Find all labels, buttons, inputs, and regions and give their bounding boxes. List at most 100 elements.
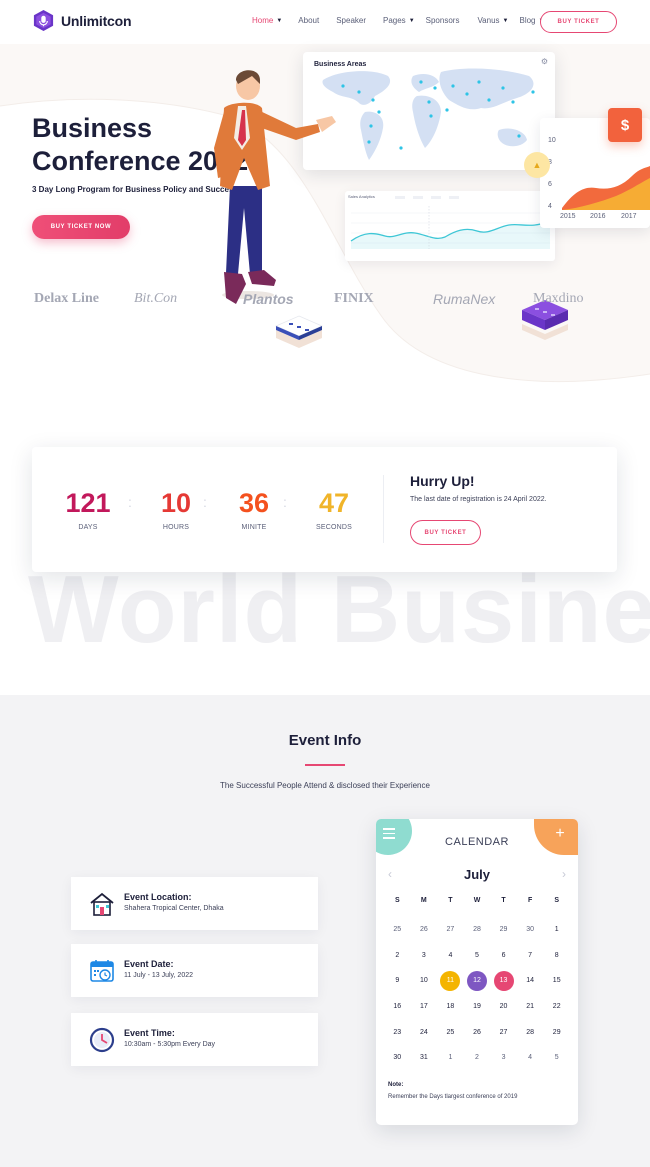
calendar-day-number: 5: [554, 1054, 559, 1062]
menu-item-about[interactable]: About: [298, 16, 319, 25]
event-location-card: Event Location: Shahera Tropical Center,…: [71, 877, 318, 930]
chevron-down-icon: ▼: [276, 17, 283, 24]
calendar-day[interactable]: 1: [543, 917, 570, 943]
calendar-day[interactable]: 15: [543, 968, 570, 994]
calendar-day[interactable]: 8: [543, 943, 570, 969]
calendar-day-number: 15: [552, 977, 561, 985]
calendar-day[interactable]: 22: [543, 994, 570, 1020]
calendar-day[interactable]: 25: [384, 917, 411, 943]
business-areas-card: Business Areas ⚙: [303, 52, 555, 170]
calendar-day-number: 24: [419, 1028, 428, 1036]
brand-logo[interactable]: Unlimitcon: [32, 9, 132, 32]
calendar-day[interactable]: 16: [384, 994, 411, 1020]
calendar-day[interactable]: 5: [543, 1045, 570, 1071]
calendar-day[interactable]: 7: [517, 943, 544, 969]
countdown-divider: [383, 475, 384, 543]
calendar-day-number: 1: [554, 926, 559, 934]
calendar-day[interactable]: 3: [490, 1045, 517, 1071]
calendar-day-highlighted[interactable]: 11: [437, 968, 464, 994]
calendar-day[interactable]: 31: [411, 1045, 438, 1071]
calendar-day-number: 27: [499, 1028, 508, 1036]
countdown-value: 10: [160, 488, 192, 518]
calendar-day[interactable]: 28: [517, 1019, 544, 1045]
calendar-day[interactable]: 28: [464, 917, 491, 943]
sales-analytics-card: Sales Analytics: [345, 191, 555, 261]
buy-ticket-now-button[interactable]: BUY TICKET NOW: [32, 215, 130, 239]
calendar-day[interactable]: 3: [411, 943, 438, 969]
menu-item-speaker[interactable]: Speaker: [336, 16, 366, 25]
calendar-day[interactable]: 10: [411, 968, 438, 994]
next-month-arrow[interactable]: ›: [562, 867, 566, 881]
brand-name: Unlimitcon: [61, 12, 132, 29]
calendar-day[interactable]: 26: [411, 917, 438, 943]
calendar-day-highlighted[interactable]: 13: [490, 968, 517, 994]
countdown-card: 121 DAYS : 10 HOURS : 36 MINITE : 47 SEC…: [32, 447, 617, 572]
calendar-day-number: 22: [552, 1003, 561, 1011]
menu-item-pages[interactable]: Pages ▼: [383, 16, 415, 25]
calendar-day[interactable]: 25: [437, 1019, 464, 1045]
calendar-day-number: 9: [395, 977, 400, 985]
calendar-day[interactable]: 18: [437, 994, 464, 1020]
calendar-day[interactable]: 9: [384, 968, 411, 994]
calendar-day[interactable]: 29: [490, 917, 517, 943]
top-navigation: Unlimitcon Home ▼ About Speaker Pages ▼ …: [0, 0, 650, 44]
calendar-day[interactable]: 4: [437, 943, 464, 969]
businessman-illustration: [214, 70, 336, 304]
calendar-widget: + CALENDAR ‹ July › S M T W T F S 25 26 27 28 29 30 1…: [376, 819, 578, 1125]
countdown-label: MINITE: [241, 524, 267, 531]
countdown-value: 121: [65, 488, 111, 518]
calendar-day-number: 23: [393, 1028, 402, 1036]
title-underline: [305, 764, 345, 766]
calendar-day-highlighted[interactable]: 12: [464, 968, 491, 994]
menu-item-home[interactable]: Home ▼: [252, 16, 282, 25]
brand-logo-delaxline: Delax Line: [34, 291, 99, 306]
calendar-day[interactable]: 26: [464, 1019, 491, 1045]
calendar-day[interactable]: 1: [437, 1045, 464, 1071]
menu-item-vanus[interactable]: Vanus ▼: [477, 16, 508, 25]
calendar-day-number: 19: [473, 1003, 481, 1011]
brand-logo-rumanex: RumaNex: [433, 291, 496, 307]
calendar-day[interactable]: 6: [490, 943, 517, 969]
calendar-day-number: 7: [528, 951, 533, 959]
calendar-day[interactable]: 29: [543, 1019, 570, 1045]
calendar-day[interactable]: 27: [437, 917, 464, 943]
calendar-day[interactable]: 5: [464, 943, 491, 969]
menu-item-sponsors[interactable]: Sponsors: [426, 16, 460, 25]
calendar-day-number: 29: [552, 1028, 561, 1036]
calendar-note-label: Note:: [388, 1082, 404, 1088]
countdown-buy-ticket-button[interactable]: BUY TICKET: [410, 520, 481, 545]
calendar-day[interactable]: 30: [517, 917, 544, 943]
calendar-day[interactable]: 20: [490, 994, 517, 1020]
calendar-day-number: 5: [475, 951, 479, 959]
menu-item-label: Home: [252, 16, 274, 25]
calendar-day[interactable]: 27: [490, 1019, 517, 1045]
calendar-day[interactable]: 4: [517, 1045, 544, 1071]
x-axis-tick: 2016: [590, 213, 606, 220]
calendar-day[interactable]: 2: [464, 1045, 491, 1071]
menu-item-label: About: [298, 16, 320, 25]
weekday-header: W: [473, 897, 481, 904]
calendar-day[interactable]: 30: [384, 1045, 411, 1071]
event-location-value: Shahera Tropical Center, Dhaka: [124, 905, 224, 912]
menu-item-label: Vanus: [477, 16, 500, 25]
calendar-day[interactable]: 21: [517, 994, 544, 1020]
calendar-day[interactable]: 24: [411, 1019, 438, 1045]
calendar-day[interactable]: 19: [464, 994, 491, 1020]
nav-buy-ticket-button[interactable]: BUY TICKET: [540, 11, 617, 33]
calendar-day-number: 17: [419, 1003, 428, 1011]
calendar-day-number: 1: [448, 1054, 453, 1062]
calendar-day-number: 8: [554, 951, 559, 959]
calendar-day[interactable]: 2: [384, 943, 411, 969]
weekday-header: T: [501, 897, 506, 904]
event-date-value: 11 July - 13 July, 2022: [124, 972, 194, 979]
calendar-day[interactable]: 17: [411, 994, 438, 1020]
calendar-day[interactable]: 23: [384, 1019, 411, 1045]
calendar-day[interactable]: 14: [517, 968, 544, 994]
countdown-hours: 10 HOURS: [141, 488, 211, 531]
countdown-value: 47: [318, 488, 350, 518]
calendar-day-number: 30: [526, 926, 535, 934]
world-map: [322, 68, 535, 160]
calendar-day-number: 25: [393, 926, 402, 934]
countdown-minutes: 36 MINITE: [219, 488, 289, 531]
x-axis-tick: 2015: [560, 213, 576, 220]
